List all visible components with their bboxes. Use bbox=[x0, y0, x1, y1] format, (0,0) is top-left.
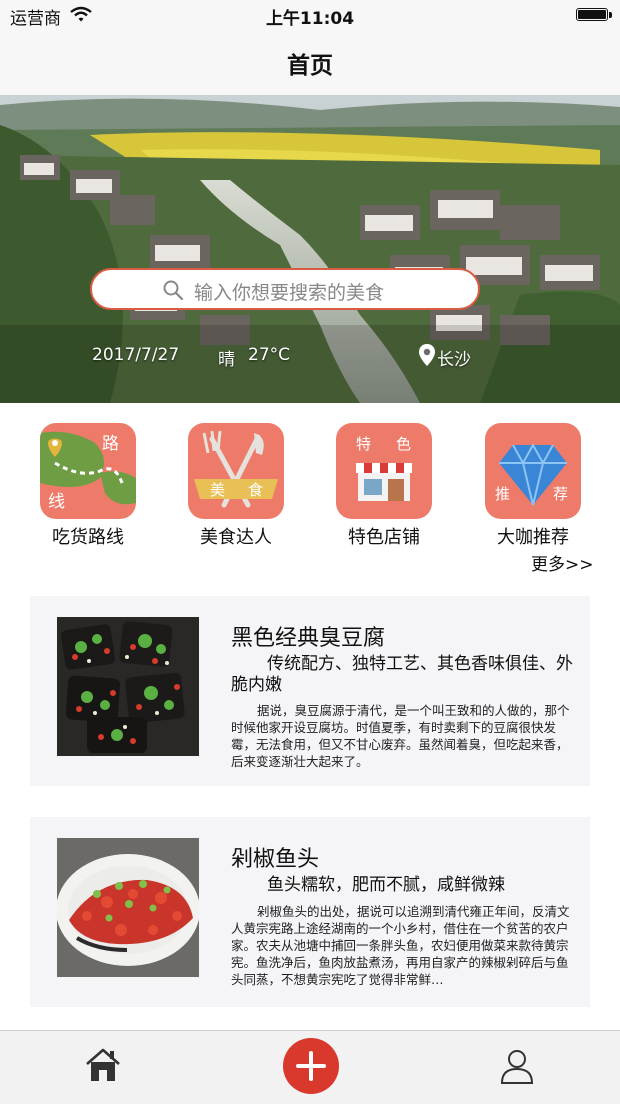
temperature-label: 27°C bbox=[248, 345, 291, 365]
battery-icon bbox=[576, 8, 608, 21]
category-special-shops[interactable]: 特 色 特色店铺 bbox=[314, 423, 454, 553]
dish-description: 据说，臭豆腐源于清代，是一个叫王致和的人做的，那个时候他家开设豆腐坊。时值夏季，… bbox=[231, 703, 570, 769]
more-link[interactable]: 更多>> bbox=[531, 550, 594, 575]
category-label: 特色店铺 bbox=[348, 527, 420, 548]
home-icon[interactable] bbox=[84, 1047, 122, 1083]
recommend-icon-text-2: 荐 bbox=[553, 485, 568, 503]
dish-title: 黑色经典臭豆腐 bbox=[231, 626, 386, 651]
category-label: 美食达人 bbox=[200, 527, 272, 548]
tab-bar bbox=[0, 1030, 620, 1104]
search-bar[interactable]: 输入你想要搜索的美食 bbox=[90, 268, 480, 310]
status-bar: 运营商 上午11:04 bbox=[0, 0, 620, 30]
category-food-route[interactable]: 路 线 吃货路线 bbox=[18, 423, 158, 553]
storefront-icon: 特 色 bbox=[336, 423, 432, 519]
shop-icon-text-1: 特 bbox=[356, 435, 371, 453]
category-recommend[interactable]: 推 荐 大咖推荐 bbox=[463, 423, 603, 553]
diamond-icon: 推 荐 bbox=[485, 423, 581, 519]
expert-icon-text-2: 食 bbox=[248, 481, 263, 499]
route-map-icon: 路 线 bbox=[40, 423, 136, 519]
dish-title: 剁椒鱼头 bbox=[231, 847, 320, 872]
route-icon-text-2: 线 bbox=[48, 492, 65, 512]
add-icon bbox=[296, 1051, 326, 1081]
battery-tip bbox=[609, 12, 612, 18]
dish-description: 剁椒鱼头的出处，据说可以追溯到清代雍正年间，反清文人黄宗宪路上途经湖南的一个小乡… bbox=[231, 904, 570, 987]
dish-image-fish-head bbox=[57, 838, 199, 977]
date-label: 2017/7/27 bbox=[92, 345, 180, 365]
fork-knife-icon: 美 食 bbox=[188, 423, 284, 519]
category-food-expert[interactable]: 美 食 美食达人 bbox=[166, 423, 306, 553]
search-icon bbox=[163, 280, 184, 301]
dish-subtitle: 传统配方、独特工艺、其色香味俱佳、外脆内嫩 bbox=[231, 654, 573, 695]
recommend-icon-text-1: 推 bbox=[495, 485, 510, 503]
location-pin-icon bbox=[419, 344, 435, 366]
dish-subtitle: 鱼头糯软，肥而不腻，咸鲜微辣 bbox=[267, 875, 505, 895]
route-icon-text-1: 路 bbox=[102, 434, 119, 454]
hero-banner: 输入你想要搜索的美食 2017/7/27 晴 27°C 长沙 bbox=[0, 95, 620, 403]
search-placeholder: 输入你想要搜索的美食 bbox=[194, 282, 385, 304]
nav-bar: 首页 bbox=[0, 30, 620, 95]
dish-card[interactable]: 剁椒鱼头 鱼头糯软，肥而不腻，咸鲜微辣 剁椒鱼头的出处，据说可以追溯到清代雍正年… bbox=[30, 817, 590, 1007]
category-label: 吃货路线 bbox=[52, 527, 124, 548]
clock: 上午11:04 bbox=[265, 9, 355, 29]
dish-image-stinky-tofu bbox=[57, 617, 199, 756]
add-button[interactable] bbox=[283, 1038, 339, 1094]
category-section: 路 线 吃货路线 美 食 美食达人 特 色 特色店铺 推 荐 大咖推荐 bbox=[0, 403, 620, 583]
expert-icon-text-1: 美 bbox=[210, 481, 225, 499]
weather-label: 晴 bbox=[218, 350, 235, 370]
user-icon[interactable] bbox=[500, 1048, 534, 1084]
page-title: 首页 bbox=[287, 53, 333, 79]
category-label: 大咖推荐 bbox=[497, 527, 569, 548]
shop-icon-text-2: 色 bbox=[396, 435, 411, 453]
city-label[interactable]: 长沙 bbox=[437, 345, 471, 370]
dish-card[interactable]: 黑色经典臭豆腐 传统配方、独特工艺、其色香味俱佳、外脆内嫩 据说，臭豆腐源于清代… bbox=[30, 596, 590, 786]
